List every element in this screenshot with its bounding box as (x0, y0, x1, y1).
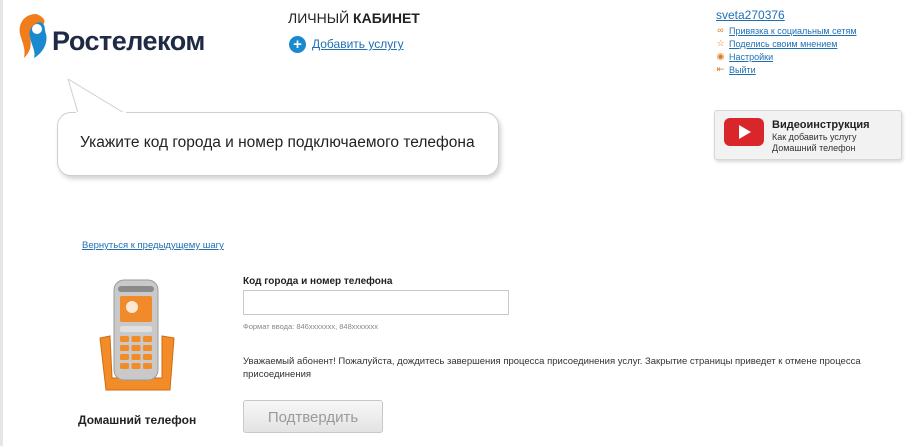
menu-item-logout[interactable]: ⇤ Выйти (716, 63, 857, 76)
product-caption: Домашний телефон (78, 413, 197, 427)
plus-circle-icon[interactable]: + (289, 35, 306, 53)
gear-icon: ◉ (716, 51, 725, 61)
phone-number-input[interactable] (243, 290, 509, 315)
page-title-bold: КАБИНЕТ (353, 10, 420, 26)
star-icon: ☆ (716, 38, 725, 48)
link-icon: ∞ (717, 25, 724, 35)
page-title: ЛИЧНЫЙ КАБИНЕТ (288, 10, 420, 26)
phone-field-label: Код города и номер телефона (243, 276, 393, 287)
page-edge (0, 0, 3, 446)
add-service-button[interactable]: + Добавить услугу (289, 35, 404, 53)
bubble-tail (67, 79, 126, 115)
page-title-light: ЛИЧНЫЙ (288, 10, 350, 26)
menu-item-feedback[interactable]: ☆ Поделись своим мнением (716, 37, 857, 50)
rostelecom-logo-icon[interactable] (16, 12, 50, 60)
menu-item-feedback-label[interactable]: Поделись своим мнением (729, 39, 837, 49)
brand-name[interactable]: Ростелеком (52, 26, 205, 57)
home-phone-image (99, 279, 175, 391)
username-link[interactable]: sveta270376 (716, 8, 857, 22)
add-service-label[interactable]: Добавить услугу (312, 37, 404, 51)
exit-icon: ⇤ (716, 64, 725, 74)
menu-item-settings-label[interactable]: Настройки (729, 52, 773, 62)
video-subtitle-2: Домашний телефон (772, 143, 856, 153)
menu-item-settings[interactable]: ◉ Настройки (716, 50, 857, 63)
wait-notice: Уважаемый абонент! Пожалуйста, дождитесь… (243, 356, 861, 380)
instruction-text: Укажите код города и номер подключаемого… (80, 134, 475, 151)
menu-item-social-label[interactable]: Привязка к социальным сетям (729, 26, 857, 36)
play-icon (739, 125, 751, 139)
back-link[interactable]: Вернуться к предыдущему шагу (82, 240, 224, 251)
menu-item-logout-label[interactable]: Выйти (729, 65, 756, 75)
video-subtitle-1: Как добавить услугу (772, 132, 857, 142)
format-hint: Формат ввода: 846xxxxxxx, 848xxxxxxx (243, 322, 379, 331)
video-title: Видеоинструкция (772, 119, 870, 131)
user-menu: sveta270376 ∞ Привязка к социальным сетя… (716, 8, 857, 76)
menu-item-social[interactable]: ∞ Привязка к социальным сетям (716, 24, 857, 37)
confirm-button[interactable]: Подтвердить (243, 400, 383, 433)
